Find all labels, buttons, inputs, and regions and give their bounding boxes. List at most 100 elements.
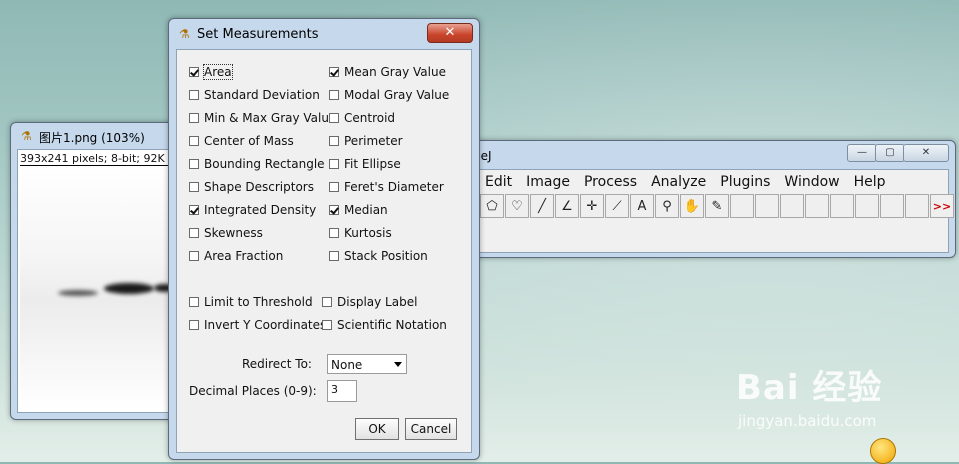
checkbox-label: Min & Max Gray Value <box>204 111 337 125</box>
checked-box-icon[interactable] <box>329 67 339 77</box>
checkbox-area[interactable]: Area <box>189 64 233 80</box>
checkbox-label: Standard Deviation <box>204 88 320 102</box>
unchecked-box-icon[interactable] <box>189 251 199 261</box>
redirect-select[interactable]: None <box>327 354 407 374</box>
checkbox-stack-position[interactable]: Stack Position <box>329 249 428 263</box>
image-window[interactable]: ⚗ 图片1.png (103%) 393x241 pixels; 8-bit; … <box>10 122 182 420</box>
unchecked-box-icon[interactable] <box>189 159 199 169</box>
checkbox-skewness[interactable]: Skewness <box>189 226 263 240</box>
unchecked-box-icon[interactable] <box>189 297 199 307</box>
checkbox-scientific-notation[interactable]: Scientific Notation <box>322 318 447 332</box>
checkbox-median[interactable]: Median <box>329 203 388 217</box>
point-tool-icon[interactable]: ✛ <box>580 194 604 218</box>
checkbox-kurtosis[interactable]: Kurtosis <box>329 226 392 240</box>
unchecked-box-icon[interactable] <box>329 159 339 169</box>
menu-process[interactable]: Process <box>577 172 644 192</box>
menu-image[interactable]: Image <box>519 172 577 192</box>
unchecked-box-icon[interactable] <box>189 113 199 123</box>
image-canvas[interactable]: 393x241 pixels; 8-bit; 92K <box>17 149 175 413</box>
freehand-tool-icon[interactable]: ♡ <box>505 194 529 218</box>
baidu-url-text: jingyan.baidu.com <box>738 412 877 430</box>
menu-analyze[interactable]: Analyze <box>644 172 713 192</box>
checkbox-center-of-mass[interactable]: Center of Mass <box>189 134 294 148</box>
checkbox-perimeter[interactable]: Perimeter <box>329 134 403 148</box>
minimize-button[interactable]: — <box>847 144 877 162</box>
checkbox-fit-ellipse[interactable]: Fit Ellipse <box>329 157 401 171</box>
empty-tool-slot[interactable] <box>755 194 779 218</box>
close-button[interactable]: ✕ <box>903 144 949 162</box>
unchecked-box-icon[interactable] <box>322 297 332 307</box>
empty-tool-slot[interactable] <box>880 194 904 218</box>
magnifier-tool-icon[interactable]: ⚲ <box>655 194 679 218</box>
line-tool-icon[interactable]: ╱ <box>530 194 554 218</box>
checkbox-label: Bounding Rectangle <box>204 157 325 171</box>
empty-tool-slot[interactable] <box>830 194 854 218</box>
text-tool-icon[interactable]: A <box>630 194 654 218</box>
angle-tool-icon[interactable]: ∠ <box>555 194 579 218</box>
checkbox-feret-s-diameter[interactable]: Feret's Diameter <box>329 180 444 194</box>
empty-tool-slot[interactable] <box>905 194 929 218</box>
menu-window[interactable]: Window <box>777 172 846 192</box>
decimal-places-label: Decimal Places (0-9): <box>189 384 317 398</box>
checkbox-label: Mean Gray Value <box>344 65 446 79</box>
unchecked-box-icon[interactable] <box>189 90 199 100</box>
checked-box-icon[interactable] <box>189 205 199 215</box>
set-measurements-dialog[interactable]: ⚗ Set Measurements ✕ Redirect To: None D… <box>168 18 480 460</box>
empty-tool-slot[interactable] <box>805 194 829 218</box>
checkbox-label: Skewness <box>204 226 263 240</box>
empty-tool-slot[interactable] <box>780 194 804 218</box>
checkbox-min-max-gray-value[interactable]: Min & Max Gray Value <box>189 111 336 125</box>
checked-box-icon[interactable] <box>329 205 339 215</box>
redirect-select-value: None <box>331 358 363 372</box>
menu-help[interactable]: Help <box>847 172 893 192</box>
decimal-places-field[interactable]: 3 <box>327 380 357 402</box>
unchecked-box-icon[interactable] <box>329 228 339 238</box>
menu-plugins[interactable]: Plugins <box>713 172 777 192</box>
checkbox-label: Center of Mass <box>204 134 294 148</box>
tool-bar: ⬠ ♡ ╱ ∠ ✛ ⟋ A ⚲ ✋ ✎ >> <box>480 194 955 218</box>
unchecked-box-icon[interactable] <box>329 251 339 261</box>
checkbox-label: Kurtosis <box>344 226 392 240</box>
checkbox-invert-y-coordinates[interactable]: Invert Y Coordinates <box>189 318 326 332</box>
unchecked-box-icon[interactable] <box>189 320 199 330</box>
checkbox-label: Median <box>344 203 388 217</box>
imagej-main-window[interactable]: geJ — ▢ ✕ Edit Image Process Analyze Plugins… <box>440 140 956 258</box>
checkbox-centroid[interactable]: Centroid <box>329 111 395 125</box>
menu-edit[interactable]: Edit <box>478 172 519 192</box>
checkbox-integrated-density[interactable]: Integrated Density <box>189 203 316 217</box>
western-blot-image <box>20 166 174 410</box>
unchecked-box-icon[interactable] <box>189 182 199 192</box>
checkbox-label: Area Fraction <box>204 249 284 263</box>
unchecked-box-icon[interactable] <box>329 90 339 100</box>
checkbox-display-label[interactable]: Display Label <box>322 295 417 309</box>
empty-tool-slot[interactable] <box>855 194 879 218</box>
more-tools-icon[interactable]: >> <box>930 194 954 218</box>
unchecked-box-icon[interactable] <box>189 136 199 146</box>
wand-tool-icon[interactable]: ⟋ <box>605 194 629 218</box>
checked-box-icon[interactable] <box>189 67 199 77</box>
checkbox-limit-to-threshold[interactable]: Limit to Threshold <box>189 295 313 309</box>
unchecked-box-icon[interactable] <box>329 113 339 123</box>
checkbox-area-fraction[interactable]: Area Fraction <box>189 249 283 263</box>
dialog-close-button[interactable]: ✕ <box>427 23 473 43</box>
checkbox-mean-gray-value[interactable]: Mean Gray Value <box>329 65 446 79</box>
hand-tool-icon[interactable]: ✋ <box>680 194 704 218</box>
dropper-tool-icon[interactable]: ✎ <box>705 194 729 218</box>
cancel-button[interactable]: Cancel <box>405 418 457 440</box>
checkbox-bounding-rectangle[interactable]: Bounding Rectangle <box>189 157 325 171</box>
empty-tool-slot[interactable] <box>730 194 754 218</box>
unchecked-box-icon[interactable] <box>322 320 332 330</box>
maximize-button[interactable]: ▢ <box>875 144 905 162</box>
polygon-tool-icon[interactable]: ⬠ <box>480 194 504 218</box>
checkbox-shape-descriptors[interactable]: Shape Descriptors <box>189 180 314 194</box>
unchecked-box-icon[interactable] <box>329 136 339 146</box>
ok-button[interactable]: OK <box>355 418 399 440</box>
checkbox-standard-deviation[interactable]: Standard Deviation <box>189 88 320 102</box>
unchecked-box-icon[interactable] <box>189 228 199 238</box>
unchecked-box-icon[interactable] <box>329 182 339 192</box>
checkbox-label: Fit Ellipse <box>344 157 401 171</box>
notification-balloon-icon[interactable] <box>870 438 896 464</box>
checkbox-modal-gray-value[interactable]: Modal Gray Value <box>329 88 449 102</box>
baidu-logo-text: Bai 经验 <box>736 368 883 408</box>
baidu-watermark: Bai 经验 jingyan.baidu.com <box>736 360 883 430</box>
